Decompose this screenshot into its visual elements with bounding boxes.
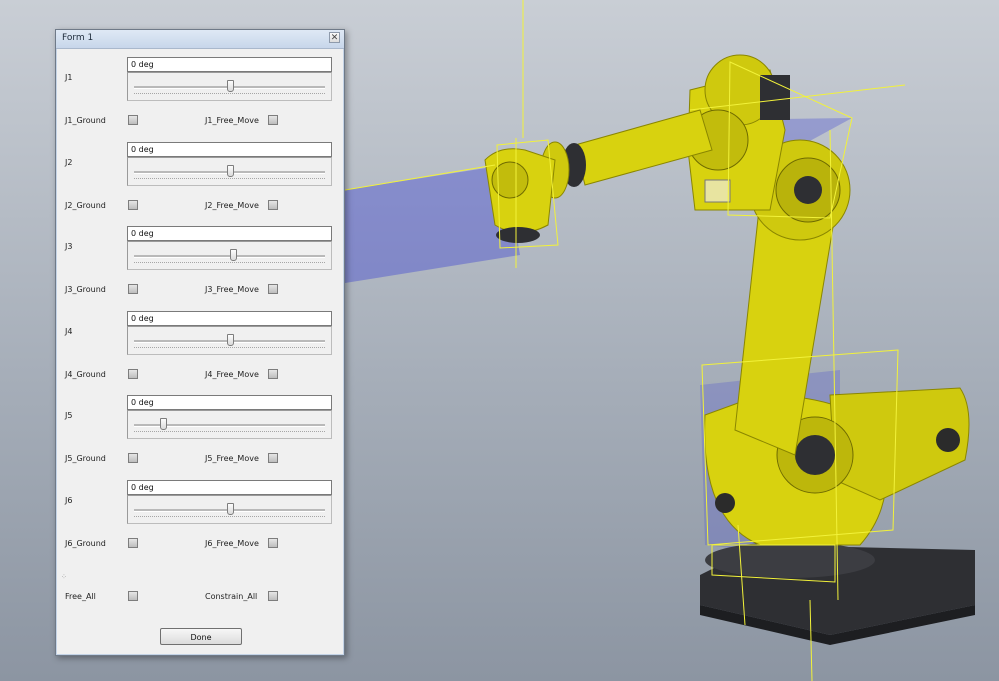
slider-ticks bbox=[134, 515, 325, 518]
slider-thumb-icon[interactable] bbox=[226, 80, 234, 92]
free-all-label: Free_All bbox=[65, 592, 96, 601]
joint-slider-j4[interactable] bbox=[127, 325, 332, 355]
slider-thumb-icon[interactable] bbox=[226, 333, 234, 346]
ground-checkbox-j4[interactable] bbox=[128, 368, 138, 379]
slider-ticks bbox=[134, 93, 325, 95]
slider-thumb-icon[interactable] bbox=[226, 164, 234, 177]
free-move-label-j1: J1_Free_Move bbox=[205, 116, 259, 125]
ground-checkbox-j2[interactable] bbox=[128, 199, 138, 210]
free-move-label-j5: J5_Free_Move bbox=[205, 454, 259, 463]
joint-slider-j5[interactable] bbox=[127, 410, 332, 439]
free-move-label-j3: J3_Free_Move bbox=[205, 285, 259, 294]
slider-ticks bbox=[134, 262, 325, 264]
free-all-checkbox[interactable] bbox=[128, 591, 138, 601]
joint-label-j1: J1 bbox=[65, 73, 73, 82]
joint-value-input-j2[interactable]: 0 deg bbox=[127, 141, 332, 157]
window-title: Form 1 bbox=[62, 33, 94, 43]
joint-value-input-j1[interactable]: 0 deg bbox=[127, 57, 332, 72]
form-window: Form 1 ✕ J1 0 deg J1_Ground J1_Free_Move… bbox=[55, 29, 345, 656]
resize-grip-icon: ⁘ bbox=[61, 573, 67, 581]
joint-value-input-j6[interactable]: 0 deg bbox=[127, 479, 332, 495]
close-icon: ✕ bbox=[330, 33, 339, 43]
joint-slider-j2[interactable] bbox=[127, 156, 332, 186]
joint-label-j6: J6 bbox=[65, 495, 73, 505]
ground-label-j3: J3_Ground bbox=[65, 285, 106, 294]
joint-value-input-j5[interactable]: 0 deg bbox=[127, 395, 332, 410]
title-bar[interactable]: Form 1 ✕ bbox=[56, 30, 344, 49]
slider-thumb-icon[interactable] bbox=[226, 502, 234, 515]
ground-label-j4: J4_Ground bbox=[65, 369, 106, 379]
free-move-label-j6: J6_Free_Move bbox=[205, 538, 259, 548]
free-move-label-j4: J4_Free_Move bbox=[205, 369, 259, 379]
free-move-label-j2: J2_Free_Move bbox=[205, 200, 259, 210]
joint-value-input-j4[interactable]: 0 deg bbox=[127, 310, 332, 326]
constrain-all-label: Constrain_All bbox=[205, 592, 258, 601]
free-move-checkbox-j6[interactable] bbox=[268, 537, 278, 548]
ground-checkbox-j5[interactable] bbox=[128, 453, 138, 463]
ground-label-j1: J1_Ground bbox=[65, 116, 106, 125]
joint-slider-j1[interactable] bbox=[127, 72, 332, 101]
joint-label-j3: J3 bbox=[65, 242, 73, 251]
free-move-checkbox-j3[interactable] bbox=[268, 284, 278, 294]
ground-label-j2: J2_Ground bbox=[65, 200, 106, 210]
ground-label-j6: J6_Ground bbox=[65, 538, 106, 548]
joint-label-j4: J4 bbox=[65, 326, 73, 336]
joint-slider-j3[interactable] bbox=[127, 241, 332, 270]
ground-checkbox-j3[interactable] bbox=[128, 284, 138, 294]
ground-checkbox-j1[interactable] bbox=[128, 115, 138, 125]
free-move-checkbox-j2[interactable] bbox=[268, 199, 278, 210]
slider-ticks bbox=[134, 177, 325, 180]
slider-ticks bbox=[134, 346, 325, 349]
done-button[interactable]: Done bbox=[160, 628, 242, 645]
free-move-checkbox-j4[interactable] bbox=[268, 368, 278, 379]
free-move-checkbox-j5[interactable] bbox=[268, 453, 278, 463]
free-move-checkbox-j1[interactable] bbox=[268, 115, 278, 125]
joint-slider-j6[interactable] bbox=[127, 494, 332, 524]
close-button[interactable]: ✕ bbox=[329, 32, 340, 43]
slider-thumb-icon[interactable] bbox=[159, 418, 167, 430]
slider-ticks bbox=[134, 431, 325, 433]
ground-checkbox-j6[interactable] bbox=[128, 537, 138, 548]
joint-value-input-j3[interactable]: 0 deg bbox=[127, 226, 332, 241]
joint-label-j2: J2 bbox=[65, 157, 73, 167]
ground-label-j5: J5_Ground bbox=[65, 454, 106, 463]
slider-thumb-icon[interactable] bbox=[230, 249, 238, 261]
joint-label-j5: J5 bbox=[65, 411, 73, 420]
constrain-all-checkbox[interactable] bbox=[268, 591, 278, 601]
